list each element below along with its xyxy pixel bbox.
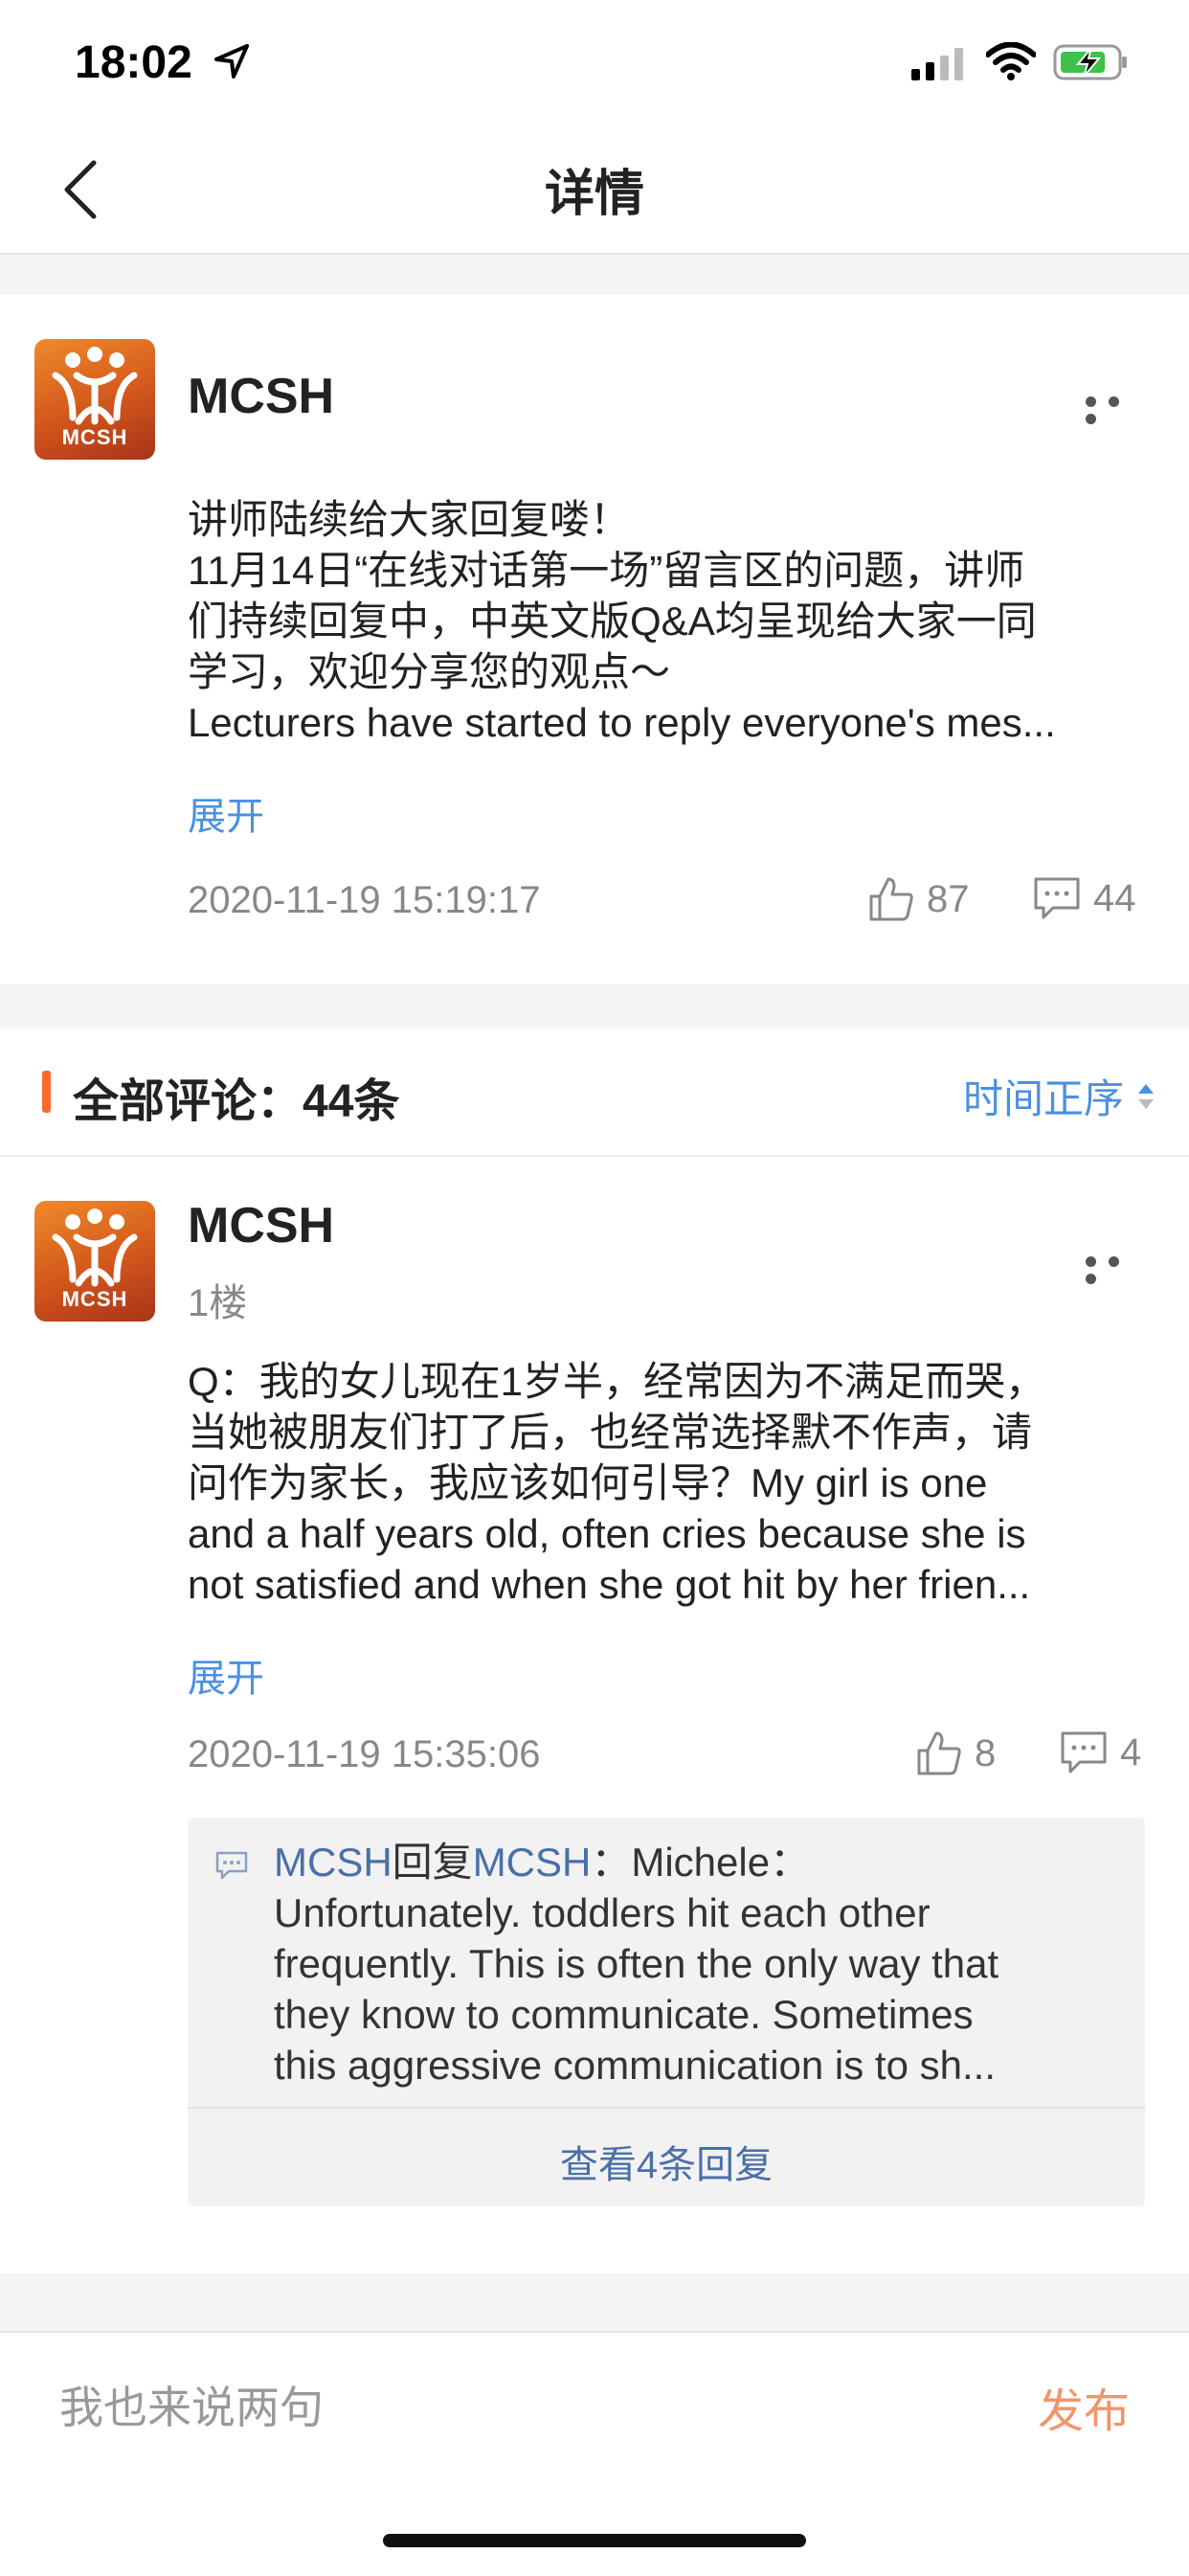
avatar[interactable]: MCSH <box>34 1201 155 1322</box>
comment-line: 问作为家长，我应该如何引导？My girl is one <box>188 1460 988 1505</box>
status-time: 18:02 <box>75 37 192 88</box>
nav-bar: 详情 <box>0 126 1189 255</box>
reply-line: MCSH回复MCSH：Michele： <box>274 1837 1116 1887</box>
post-line: 们持续回复中，中英文版Q&A均呈现给大家一同 <box>188 599 1037 644</box>
avatar-label: MCSH <box>61 425 128 449</box>
comment-bubble-icon <box>1034 877 1080 919</box>
like-count: 87 <box>927 877 970 920</box>
reply-to-user[interactable]: MCSH <box>473 1840 592 1885</box>
comment-count: 4 <box>1120 1730 1142 1774</box>
reply-first-line: ：Michele： <box>591 1840 811 1885</box>
location-arrow-icon <box>214 44 249 79</box>
reply-content: MCSH回复MCSH：Michele： Unfortunately. toddl… <box>274 1837 1116 2090</box>
post-content: 讲师陆续给大家回复喽！ 11月14日“在线对话第一场”留言区的问题，讲师 们持续… <box>188 494 1145 748</box>
avatar[interactable]: MCSH <box>34 339 155 460</box>
more-options-icon[interactable] <box>1086 1254 1153 1284</box>
expand-link[interactable]: 展开 <box>188 1647 264 1703</box>
like-button[interactable]: 87 <box>867 875 970 923</box>
reply-line: they know to communicate. Sometimes <box>274 1992 974 2037</box>
comment-count: 44 <box>1093 876 1136 919</box>
post-line: 讲师陆续给大家回复喽！ <box>188 497 631 542</box>
reply-line: this aggressive communication is to sh..… <box>274 2043 996 2088</box>
thumbs-up-icon <box>917 1731 961 1775</box>
reply-preview[interactable]: MCSH回复MCSH：Michele： Unfortunately. toddl… <box>188 1818 1145 2206</box>
comment-timestamp: 2020-11-19 15:35:06 <box>188 1733 541 1775</box>
post-line: 11月14日“在线对话第一场”留言区的问题，讲师 <box>188 548 1025 593</box>
post-card: MCSH MCSH 讲师陆续给大家回复喽！ 11月14日“在线对话第一场”留言区… <box>0 295 1189 984</box>
sort-arrows-icon <box>1138 1083 1154 1109</box>
comment-button[interactable]: 4 <box>1059 1729 1141 1775</box>
section-accent-bar <box>42 1071 51 1113</box>
post-timestamp: 2020-11-19 15:19:17 <box>188 879 541 921</box>
more-options-icon[interactable] <box>1086 395 1153 424</box>
divider <box>188 2107 1145 2109</box>
sort-label: 时间正序 <box>962 1076 1124 1121</box>
floor-number: 1楼 <box>188 1282 248 1324</box>
post-line: 学习，欢迎分享您的观点～ <box>188 649 671 694</box>
comment-input[interactable]: 我也来说两句 <box>59 2373 324 2436</box>
comments-header: 全部评论：44条 时间正序 <box>0 1028 1189 1157</box>
comment-content: Q：我的女儿现在1岁半，经常因为不满足而哭， 当她被朋友们打了后，也经常选择默不… <box>188 1356 1145 1610</box>
post-line: Lecturers have started to reply everyone… <box>188 700 1056 745</box>
comment-author[interactable]: MCSH <box>188 1197 334 1254</box>
avatar-label: MCSH <box>61 1287 128 1311</box>
comment-line: 当她被朋友们打了后，也经常选择默不作声，请 <box>188 1410 1033 1455</box>
comment-line: not satisfied and when she got hit by he… <box>188 1562 1031 1607</box>
reply-verb: 回复 <box>392 1840 473 1885</box>
wifi-icon <box>986 42 1036 80</box>
publish-button[interactable]: 发布 <box>1038 2373 1130 2440</box>
reply-line: Unfortunately. toddlers hit each other <box>274 1890 931 1935</box>
comment-input-bar: 我也来说两句 发布 <box>0 2331 1189 2576</box>
comment-bubble-icon <box>1061 1731 1107 1774</box>
thumbs-up-icon <box>869 877 913 921</box>
expand-link[interactable]: 展开 <box>188 785 264 841</box>
reply-line: frequently. This is often the only way t… <box>274 1941 999 1986</box>
comment-button[interactable]: 44 <box>1032 875 1136 921</box>
comment-line: and a half years old, often cries becaus… <box>188 1511 1026 1556</box>
comments-title: 全部评论：44条 <box>73 1076 400 1127</box>
reply-from-user[interactable]: MCSH <box>274 1840 393 1885</box>
battery-charging-icon <box>1053 44 1127 80</box>
post-author[interactable]: MCSH <box>188 368 334 425</box>
comment-line: Q：我的女儿现在1岁半，经常因为不满足而哭， <box>188 1359 1046 1404</box>
reply-bubble-icon <box>215 1851 248 1880</box>
like-count: 8 <box>975 1731 997 1774</box>
status-bar: 18:02 <box>0 0 1189 126</box>
comments-section: 全部评论：44条 时间正序 MCSH MCSH 1楼 Q：我的女儿现在1岁半，经… <box>0 1028 1189 2273</box>
like-button[interactable]: 8 <box>915 1729 996 1777</box>
view-replies-link[interactable]: 查看4条回复 <box>188 2134 1145 2189</box>
sort-toggle[interactable]: 时间正序 <box>963 1067 1155 1125</box>
signal-icon <box>911 48 963 80</box>
home-indicator[interactable] <box>383 2534 806 2547</box>
page-title: 详情 <box>544 167 644 222</box>
